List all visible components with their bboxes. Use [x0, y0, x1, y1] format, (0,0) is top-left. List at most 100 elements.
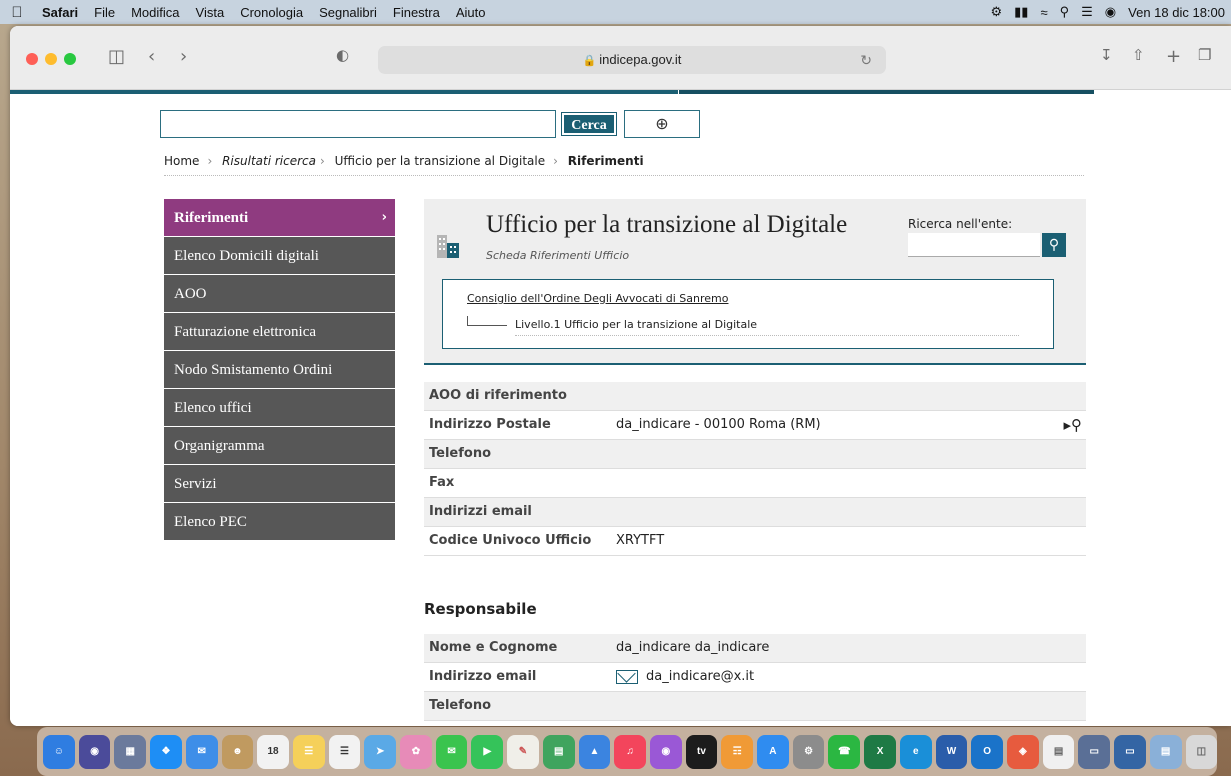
whatsapp-icon[interactable]: ☎ [828, 734, 861, 769]
entity-search-label: Ricerca nell'ente: [908, 217, 1013, 231]
breadcrumb-separator-icon: › [320, 154, 325, 168]
breadcrumb: Home › Risultati ricerca › Ufficio per la … [164, 154, 1084, 176]
podcasts-icon[interactable]: ◉ [649, 734, 682, 769]
breadcrumb-office[interactable]: Ufficio per la transizione al Digitale [335, 154, 546, 168]
notes-icon[interactable]: ☰ [292, 734, 325, 769]
sidebar-item-domicili[interactable]: Elenco Domicili digitali [164, 237, 395, 275]
system-preferences-icon[interactable]: ⚙ [792, 734, 825, 769]
sidebar-item-fatturazione[interactable]: Fatturazione elettronica [164, 313, 395, 351]
preview-icon[interactable]: ▤ [1149, 734, 1182, 769]
table-row: AOO di riferimento [424, 382, 1086, 411]
downloads-icon[interactable]: ↧ [1100, 46, 1113, 64]
row-value: da_indicare - 00100 Roma (RM) [616, 417, 821, 432]
site-nav-strip [678, 90, 1094, 94]
apple-icon[interactable]:  [0, 4, 34, 21]
row-key: Indirizzi email [429, 504, 532, 519]
entity-search-button[interactable]: ⚲ [1042, 233, 1066, 257]
music-icon[interactable]: ♫ [614, 734, 646, 769]
reload-icon[interactable]: ↻ [860, 46, 872, 74]
siri-icon[interactable]: ◉ [78, 734, 111, 769]
window-icon[interactable]: ▭ [1114, 734, 1146, 769]
share-icon[interactable]: ⇧ [1132, 46, 1145, 64]
keynote-icon[interactable]: ▲ [578, 734, 611, 769]
current-office-level: Livello.1 Ufficio per la transizione al … [515, 318, 1019, 336]
minimize-window-button[interactable] [45, 53, 57, 65]
outlook-icon[interactable]: O [971, 734, 1003, 769]
breadcrumb-results[interactable]: Risultati ricerca [222, 154, 316, 168]
table-row: Telefono [424, 440, 1086, 469]
site-header-strip [10, 90, 1094, 94]
document-icon[interactable]: ▤ [1042, 734, 1075, 769]
map-pin-icon[interactable]: ▸⚲ [1063, 411, 1082, 439]
office-icon[interactable]: ◈ [1006, 734, 1039, 769]
battery-icon[interactable]: ▮▮ [1014, 4, 1028, 20]
app-store-icon[interactable]: A [757, 734, 789, 769]
safari-icon[interactable]: ❖ [150, 734, 182, 769]
entity-search-input[interactable] [908, 233, 1040, 257]
facetime-icon[interactable]: ▶ [471, 734, 504, 769]
control-center-icon[interactable]: ☰ [1081, 4, 1093, 20]
trash-icon[interactable]: ◫ [1185, 734, 1218, 769]
zoom-window-button[interactable] [64, 53, 76, 65]
sidebar-item-elenco-uffici[interactable]: Elenco uffici [164, 389, 395, 427]
calendar-icon[interactable]: 18 [257, 734, 289, 769]
word-icon[interactable]: W [935, 734, 968, 769]
menu-modifica[interactable]: Modifica [123, 5, 187, 20]
breadcrumb-separator-icon: › [207, 154, 213, 168]
reminders-icon[interactable]: ☰ [328, 734, 361, 769]
finder-icon[interactable]: ☺ [43, 734, 75, 769]
photos-icon[interactable]: ✿ [400, 734, 432, 769]
advanced-search-button[interactable]: ⊕ [624, 110, 700, 138]
sidebar-toggle-icon[interactable]: ◫ [108, 46, 125, 67]
tv-icon[interactable]: tv [685, 734, 718, 769]
numbers-icon[interactable]: ▤ [542, 734, 575, 769]
sidebar-item-servizi[interactable]: Servizi [164, 465, 395, 503]
row-key: Indirizzo Postale [429, 417, 551, 432]
spotlight-icon[interactable]: ⚲ [1060, 4, 1070, 20]
sidebar-item-organigramma[interactable]: Organigramma [164, 427, 395, 465]
menu-file[interactable]: File [86, 5, 123, 20]
close-window-button[interactable] [26, 53, 38, 65]
sidebar-item-elenco-pec[interactable]: Elenco PEC [164, 503, 395, 541]
privacy-shield-icon[interactable]: ◐ [336, 46, 349, 64]
back-icon[interactable]: ‹ [148, 46, 155, 67]
launchpad-icon[interactable]: ▦ [114, 734, 147, 769]
web-page: Cerca ⊕ Home › Risultati ricerca › Ufficio… [10, 90, 1231, 726]
menu-cronologia[interactable]: Cronologia [232, 5, 311, 20]
search-button[interactable]: Cerca [561, 112, 617, 136]
clock[interactable]: Ven 18 dic 18:00 [1128, 5, 1225, 20]
menu-aiuto[interactable]: Aiuto [448, 5, 494, 20]
maps-icon[interactable]: ➤ [364, 734, 397, 769]
screen-icon[interactable]: ▭ [1078, 734, 1111, 769]
new-tab-icon[interactable]: + [1166, 46, 1181, 67]
mail-icon[interactable]: ✉ [185, 734, 218, 769]
safari-window: ◫ ‹ › ◐ 🔒 indicepa.gov.it ↻ ↧ ⇧ + ❐ Cerca… [10, 26, 1231, 726]
search-input[interactable] [160, 110, 556, 138]
edge-icon[interactable]: e [899, 734, 932, 769]
freeform-icon[interactable]: ✎ [507, 734, 539, 769]
messages-icon[interactable]: ✉ [435, 734, 468, 769]
address-bar[interactable]: 🔒 indicepa.gov.it ↻ [378, 46, 886, 74]
menu-vista[interactable]: Vista [188, 5, 233, 20]
menu-app[interactable]: Safari [34, 5, 86, 20]
wifi-icon[interactable]: ≈ [1040, 5, 1047, 20]
sidebar-item-riferimenti[interactable]: Riferimenti › [164, 199, 395, 237]
search-icon: ⚲ [1048, 237, 1060, 253]
sidebar-item-aoo[interactable]: AOO [164, 275, 395, 313]
contacts-icon[interactable]: ☻ [221, 734, 254, 769]
lock-icon: 🔒 [582, 55, 597, 67]
sidebar-item-nodo-smistamento[interactable]: Nodo Smistamento Ordini [164, 351, 395, 389]
office-header-card: Ufficio per la transizione al Digitale S… [424, 199, 1086, 365]
breadcrumb-home[interactable]: Home [164, 154, 199, 168]
parent-entity-link[interactable]: Consiglio dell'Ordine Degli Avvocati di … [467, 292, 728, 305]
tab-overview-icon[interactable]: ❐ [1198, 46, 1211, 64]
email-link[interactable]: da_indicare@x.it [646, 669, 754, 684]
row-key: AOO di riferimento [429, 388, 567, 403]
excel-icon[interactable]: X [864, 734, 896, 769]
forward-icon[interactable]: › [180, 46, 187, 67]
menu-finestra[interactable]: Finestra [385, 5, 448, 20]
siri-icon[interactable]: ◉ [1105, 4, 1116, 20]
books-icon[interactable]: ☶ [721, 734, 754, 769]
menu-segnalibri[interactable]: Segnalibri [311, 5, 385, 20]
tools-icon[interactable]: ⚙ [991, 4, 1003, 20]
